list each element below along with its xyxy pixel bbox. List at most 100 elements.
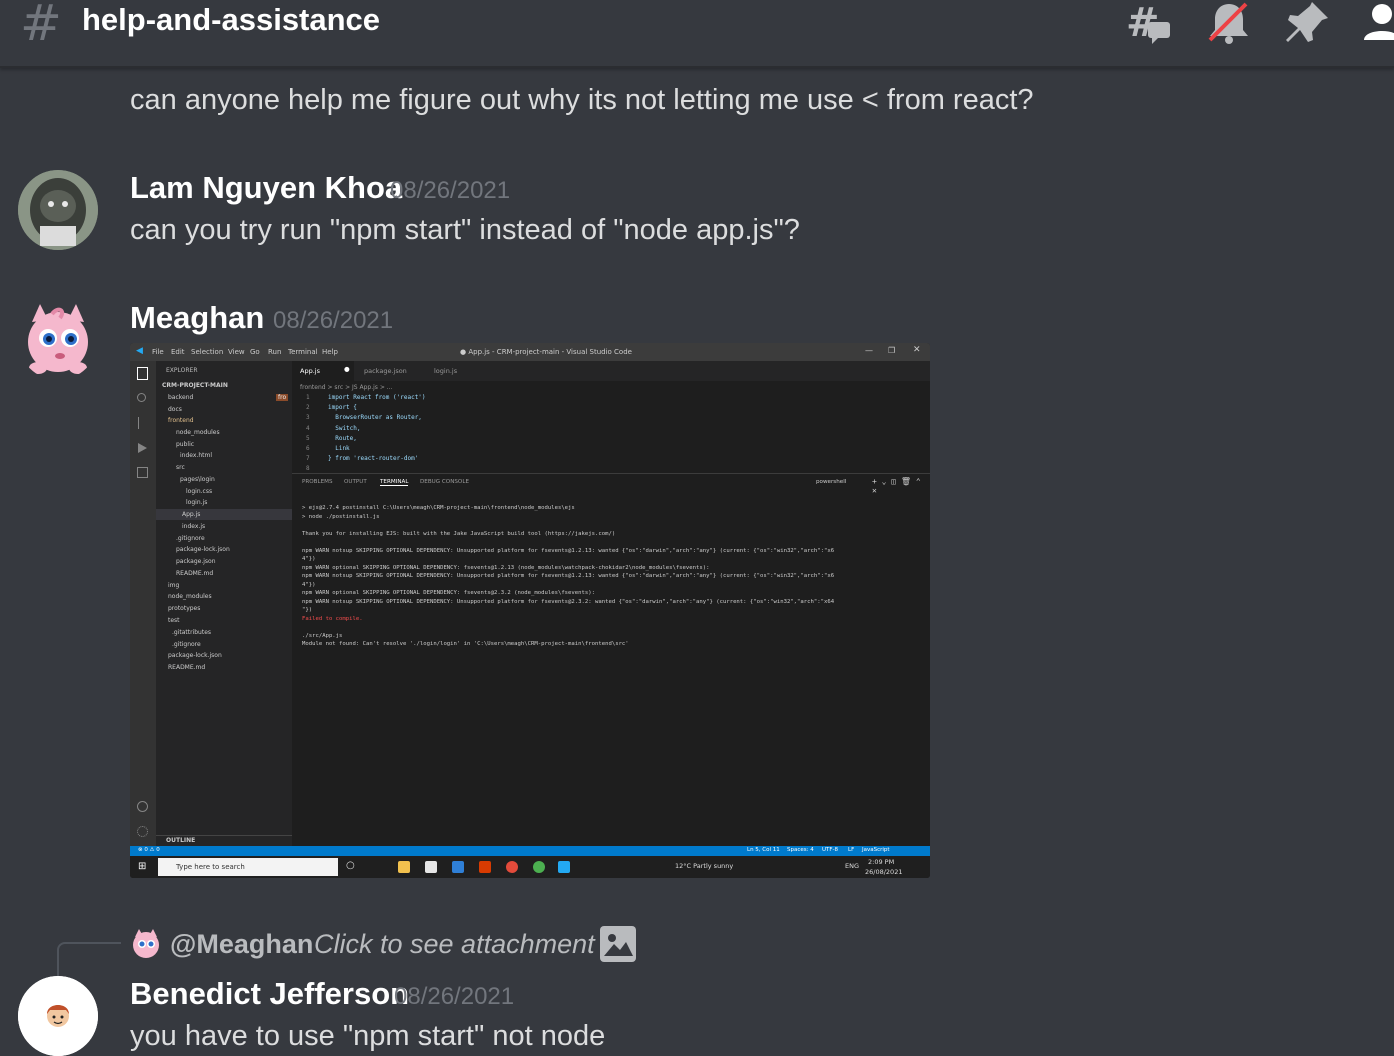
line-number: 6 (306, 445, 310, 452)
channel-header: # help-and-assistance # (0, 0, 1394, 68)
vscode-activity-bar (130, 361, 156, 846)
tree-item: index.js (182, 523, 206, 530)
tree-item: test (168, 617, 180, 624)
tree-item: index.html (180, 452, 212, 459)
member-list-icon[interactable] (1360, 0, 1394, 46)
reply-avatar[interactable] (130, 928, 162, 960)
terminal-line: Module not found: Can't resolve './login… (302, 641, 629, 647)
menu-edit: Edit (171, 348, 185, 356)
terminal-line: npm WARN notsup SKIPPING OPTIONAL DEPEND… (302, 573, 835, 579)
status-eol: LF (848, 847, 855, 853)
code-line: import React from ('react') (328, 394, 426, 401)
restore-icon: ❐ (888, 346, 896, 355)
terminal-line: ./src/App.js (302, 632, 343, 639)
tab-problems: PROBLEMS (302, 479, 333, 485)
terminal-line: "}) (302, 607, 313, 613)
status-cursor: Ln 5, Col 11 (747, 847, 780, 853)
message-text: can anyone help me figure out why its no… (130, 84, 1034, 116)
line-number: 4 (306, 424, 310, 432)
code-line: BrowserRouter as Router, (328, 414, 422, 422)
line-number: 8 (306, 465, 310, 473)
breadcrumb: frontend > src > JS App.js > ... (300, 384, 393, 391)
status-language: JavaScript (862, 847, 890, 853)
windows-taskbar: ⊞ Type here to search ○ 12°C Partly sunn… (130, 856, 930, 878)
tree-item: .gitattributes (172, 629, 212, 636)
code-line: Switch, (328, 424, 361, 432)
terminal-line: > node ./postinstall.js (302, 513, 380, 520)
reply-preview[interactable]: Click to see attachment (314, 929, 595, 960)
chrome-icon (506, 861, 518, 873)
clock-time: 2:09 PM (868, 858, 895, 866)
tab-debug-console: DEBUG CONSOLE (420, 479, 469, 485)
tree-item: App.js (182, 511, 201, 518)
tree-item: docs (168, 406, 182, 413)
taskbar-search-text: Type here to search (176, 863, 245, 871)
tree-item: README.md (168, 664, 206, 671)
terminal-line: 4"}) (302, 556, 316, 562)
tree-item: prototypes (168, 605, 201, 612)
code-line: } from 'react-router-dom' (328, 455, 419, 463)
extensions-icon (137, 467, 148, 478)
menu-terminal: Terminal (288, 348, 318, 356)
menu-selection: Selection (191, 348, 224, 356)
settings-gear-icon (137, 826, 148, 837)
tree-item: backend (168, 394, 194, 401)
tab-package-json: package.json (364, 367, 407, 375)
image-icon[interactable] (600, 926, 636, 962)
avatar[interactable] (18, 300, 98, 380)
run-debug-icon (138, 443, 147, 453)
files-icon (137, 367, 148, 380)
line-number: 7 (306, 455, 310, 463)
tab-app-js: App.js (300, 367, 320, 375)
tab-login-js: login.js (434, 367, 458, 375)
line-number: 5 (306, 434, 310, 442)
tree-item: package-lock.json (176, 546, 230, 553)
menu-go: Go (250, 348, 260, 356)
tree-item: .gitignore (176, 535, 205, 542)
menu-file: File (152, 348, 164, 356)
reply-mention[interactable]: @Meaghan (170, 929, 313, 960)
channel-name: help-and-assistance (82, 2, 381, 37)
line-number: 2 (306, 404, 310, 412)
tree-selection (156, 509, 292, 520)
taskbar-search: Type here to search (158, 858, 338, 876)
tab-output: OUTPUT (344, 479, 367, 485)
code-line: Route, (328, 434, 357, 442)
notification-muted-icon[interactable] (1204, 0, 1254, 46)
tree-item: node_modules (176, 429, 220, 436)
badge: fro (276, 394, 289, 401)
tree-item: pages\login (180, 476, 215, 483)
terminal-line: npm WARN optional SKIPPING OPTIONAL DEPE… (302, 590, 595, 596)
tree-item: login.js (186, 499, 208, 506)
mail-icon (452, 861, 464, 873)
panel-controls-icon: + ⌄ ◫ 🗑 ⌃ ✕ (872, 477, 921, 495)
status-errors: ⊗ 0 ⚠ 0 (138, 847, 160, 853)
menu-view: View (228, 348, 245, 356)
threads-icon[interactable]: # (1124, 0, 1174, 46)
message-timestamp: 08/26/2021 (394, 983, 515, 1010)
message-timestamp: 08/26/2021 (273, 307, 394, 334)
cortana-icon: ○ (346, 860, 355, 871)
message-text: can you try run "npm start" instead of "… (130, 214, 800, 246)
tree-item: public (176, 441, 195, 448)
vscode-logo-icon: ◀ (136, 346, 143, 356)
outline-title: OUTLINE (166, 837, 196, 844)
account-icon (137, 801, 148, 812)
status-encoding: UTF-8 (822, 847, 839, 853)
vscode-taskbar-icon (558, 861, 570, 873)
pin-icon[interactable] (1282, 0, 1332, 46)
vscode-titlebar: ◀ File Edit Selection View Go Run Termin… (130, 343, 930, 361)
image-attachment[interactable]: ◀ File Edit Selection View Go Run Termin… (130, 343, 930, 878)
source-control-icon (138, 417, 146, 429)
message-author[interactable]: Lam Nguyen Khoa (130, 170, 402, 206)
close-icon: ✕ (913, 345, 921, 355)
message-author[interactable]: Meaghan (130, 300, 264, 336)
editor-tabs: App.js ● package.json login.js (292, 361, 930, 381)
channel-hash-icon: # (20, 0, 62, 52)
file-explorer-icon (398, 861, 410, 873)
message-author[interactable]: Benedict Jefferson (130, 976, 409, 1012)
avatar[interactable] (18, 170, 98, 250)
avatar[interactable] (18, 976, 98, 1056)
tree-item: package.json (176, 558, 216, 565)
line-number: 3 (306, 414, 310, 422)
